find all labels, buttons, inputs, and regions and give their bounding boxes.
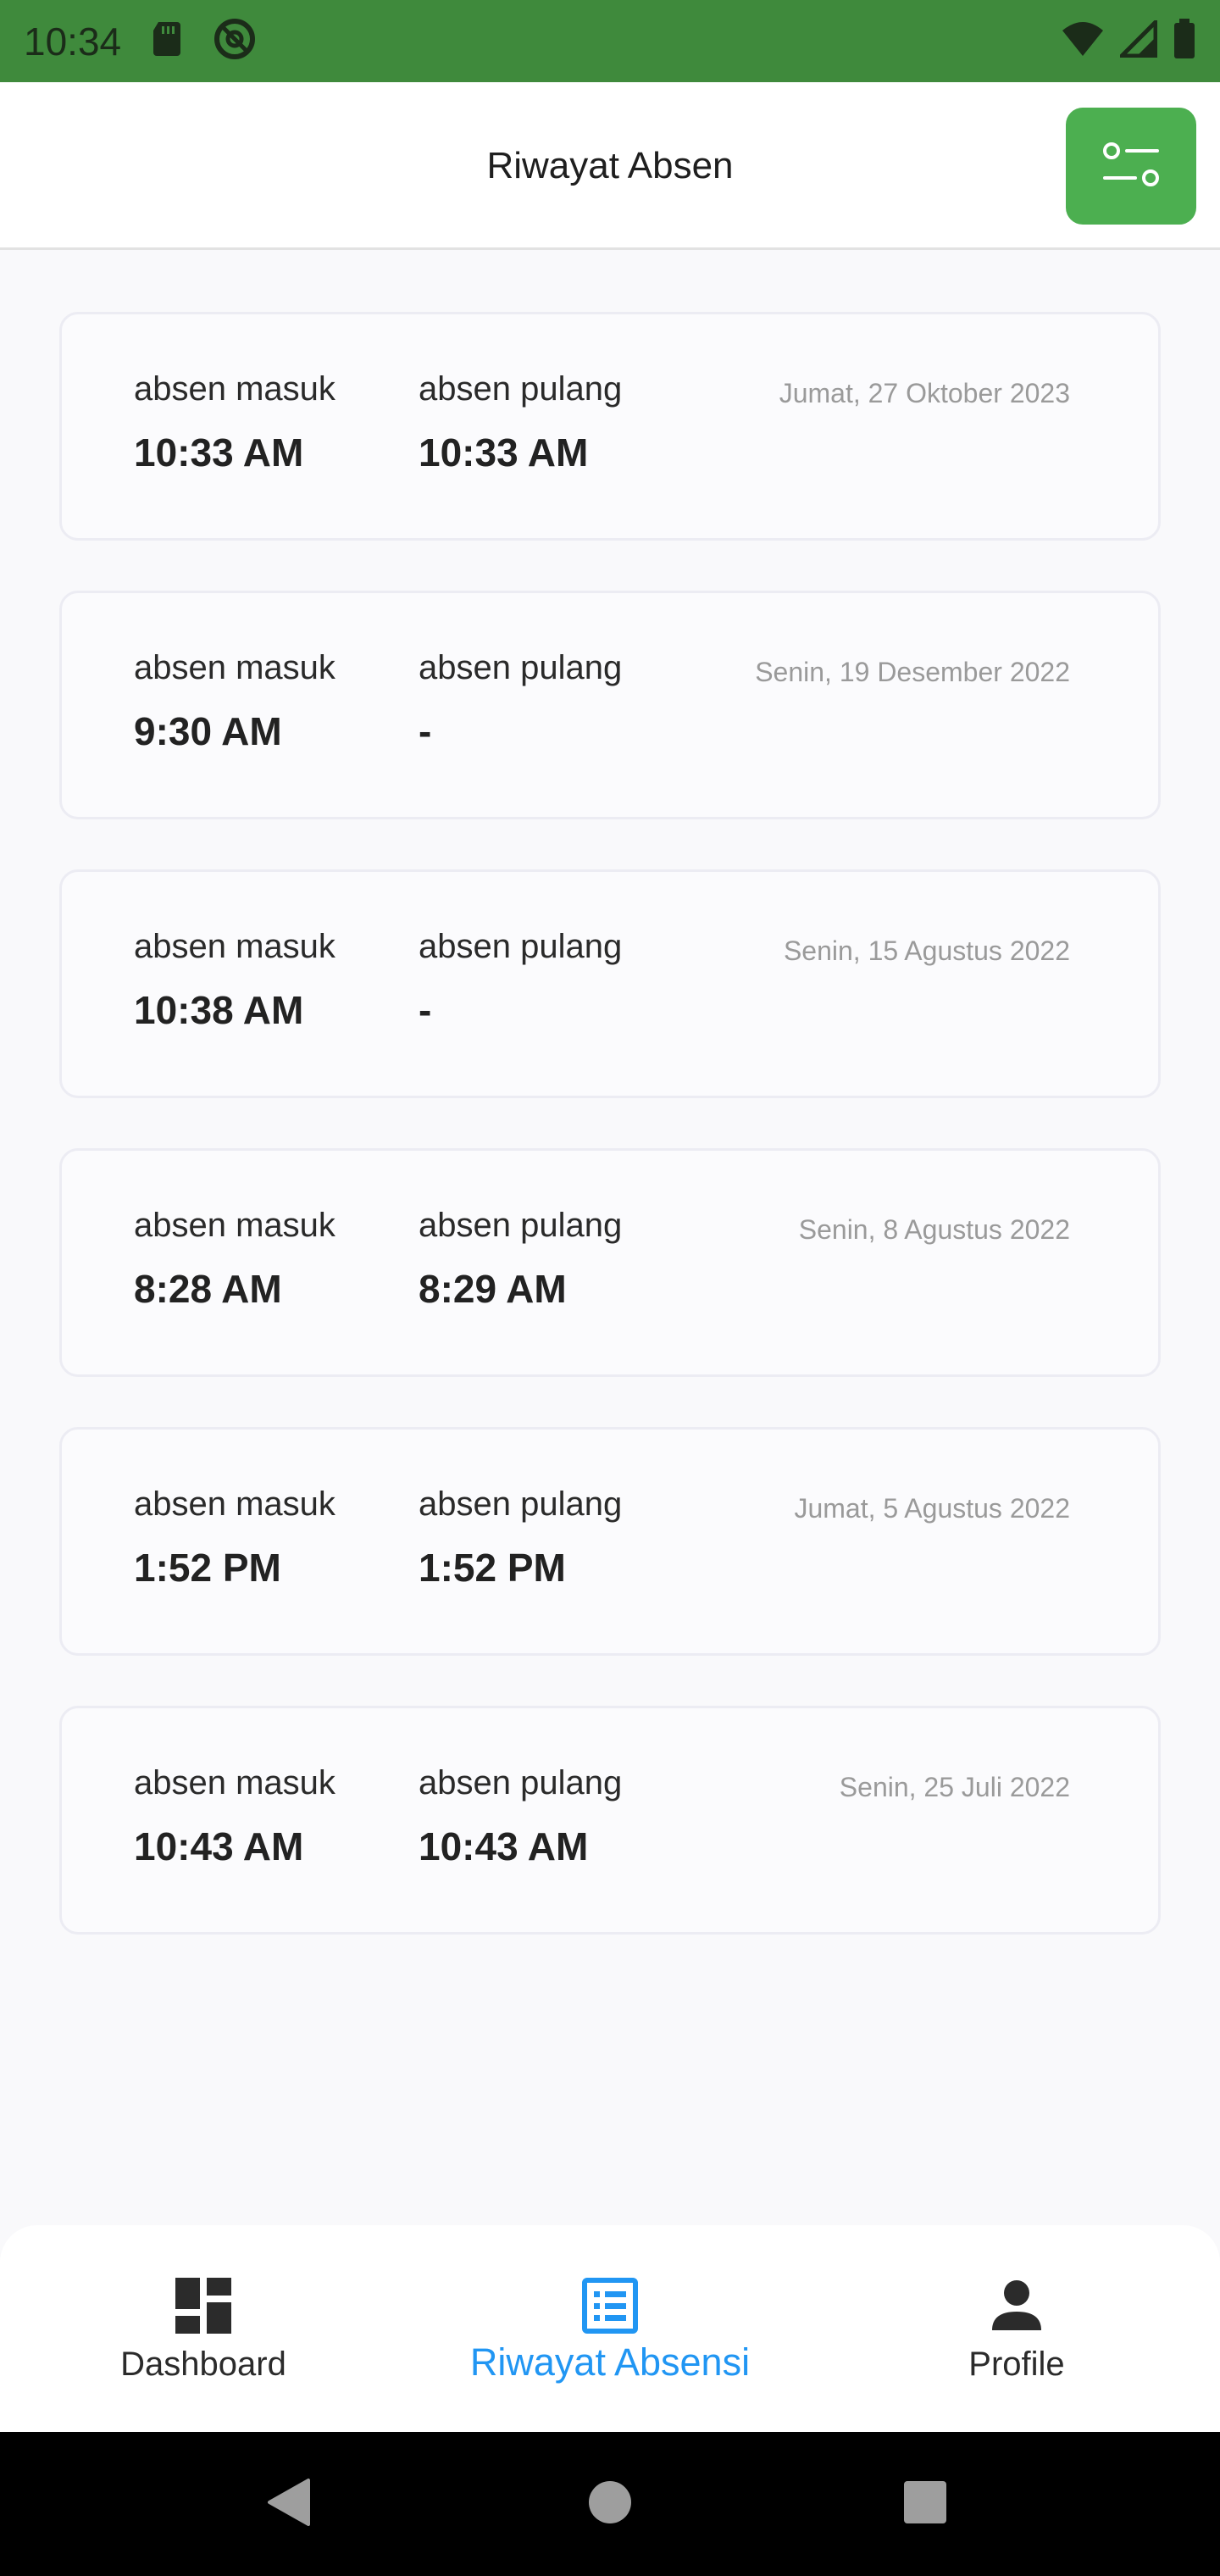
check-in-label: absen masuk xyxy=(134,1764,336,1802)
check-in-label: absen masuk xyxy=(134,928,336,965)
check-out-label: absen pulang xyxy=(419,1207,623,1244)
check-out-label: absen pulang xyxy=(419,649,623,686)
check-in-column: absen masuk 10:33 AM xyxy=(134,372,336,472)
check-out-label: absen pulang xyxy=(419,1485,623,1523)
check-in-label: absen masuk xyxy=(134,1207,336,1244)
check-out-column: absen pulang 10:43 AM xyxy=(419,1766,622,1866)
attendance-date: Jumat, 5 Agustus 2022 xyxy=(794,1493,1070,1524)
check-out-column: absen pulang - xyxy=(419,651,622,751)
attendance-date: Senin, 19 Desember 2022 xyxy=(755,657,1070,687)
bottom-navigation: Dashboard Riwayat Absensi Profile xyxy=(0,2225,1220,2432)
nav-item-profile[interactable]: Profile xyxy=(890,2225,1144,2432)
check-out-column: absen pulang 8:29 AM xyxy=(419,1208,622,1308)
system-navigation-bar xyxy=(0,2432,1220,2576)
signal-icon xyxy=(1116,16,1158,62)
attendance-card[interactable]: absen masuk 8:28 AM absen pulang 8:29 AM… xyxy=(59,1148,1161,1377)
filter-settings-icon xyxy=(1101,139,1161,194)
check-in-label: absen masuk xyxy=(134,649,336,686)
list-icon xyxy=(582,2276,638,2335)
attendance-card[interactable]: absen masuk 1:52 PM absen pulang 1:52 PM… xyxy=(59,1427,1161,1656)
person-icon xyxy=(990,2276,1043,2335)
status-time: 10:34 xyxy=(24,19,122,64)
battery-icon xyxy=(1173,19,1196,64)
check-out-time: 10:43 AM xyxy=(419,1824,589,1868)
status-bar: 10:34 xyxy=(0,0,1220,82)
attendance-date: Jumat, 27 Oktober 2023 xyxy=(779,378,1070,408)
check-out-column: absen pulang - xyxy=(419,930,622,1030)
check-in-column: absen masuk 10:38 AM xyxy=(134,930,336,1030)
check-in-column: absen masuk 10:43 AM xyxy=(134,1766,336,1866)
at-sign-icon xyxy=(213,17,257,65)
check-out-label: absen pulang xyxy=(419,370,623,408)
attendance-card[interactable]: absen masuk 10:33 AM absen pulang 10:33 … xyxy=(59,312,1161,541)
nav-item-dashboard[interactable]: Dashboard xyxy=(76,2225,330,2432)
check-in-label: absen masuk xyxy=(134,370,336,408)
wifi-icon xyxy=(1061,20,1105,62)
check-out-time: - xyxy=(419,709,432,753)
check-in-time: 10:43 AM xyxy=(134,1824,304,1868)
app-bar: Riwayat Absen xyxy=(0,82,1220,250)
nav-label-riwayat-absensi: Riwayat Absensi xyxy=(469,2340,751,2384)
home-button[interactable] xyxy=(576,2432,644,2576)
check-out-time: 10:33 AM xyxy=(419,430,589,475)
back-button[interactable] xyxy=(254,2432,322,2576)
check-in-column: absen masuk 9:30 AM xyxy=(134,651,336,751)
check-in-column: absen masuk 8:28 AM xyxy=(134,1208,336,1308)
check-in-label: absen masuk xyxy=(134,1485,336,1523)
check-in-column: absen masuk 1:52 PM xyxy=(134,1487,336,1587)
check-in-time: 1:52 PM xyxy=(134,1546,281,1590)
check-out-column: absen pulang 1:52 PM xyxy=(419,1487,622,1587)
attendance-card[interactable]: absen masuk 9:30 AM absen pulang - Senin… xyxy=(59,591,1161,819)
nav-label-dashboard: Dashboard xyxy=(120,2346,286,2383)
page-title: Riwayat Absen xyxy=(486,145,734,186)
check-out-time: - xyxy=(419,988,432,1032)
attendance-card[interactable]: absen masuk 10:38 AM absen pulang - Seni… xyxy=(59,869,1161,1098)
check-in-time: 10:38 AM xyxy=(134,988,304,1032)
nav-label-profile: Profile xyxy=(968,2346,1065,2383)
attendance-date: Senin, 15 Agustus 2022 xyxy=(783,935,1070,966)
check-in-time: 10:33 AM xyxy=(134,430,304,475)
check-out-column: absen pulang 10:33 AM xyxy=(419,372,622,472)
back-triangle-icon xyxy=(264,2477,312,2532)
check-out-label: absen pulang xyxy=(419,928,623,965)
home-circle-icon xyxy=(587,2479,633,2529)
check-out-time: 1:52 PM xyxy=(419,1546,566,1590)
check-out-time: 8:29 AM xyxy=(419,1267,567,1311)
attendance-date: Senin, 25 Juli 2022 xyxy=(839,1772,1070,1802)
check-in-time: 8:28 AM xyxy=(134,1267,282,1311)
attendance-card[interactable]: absen masuk 10:43 AM absen pulang 10:43 … xyxy=(59,1706,1161,1935)
recents-button[interactable] xyxy=(891,2432,959,2576)
dashboard-icon xyxy=(175,2276,231,2335)
nav-item-riwayat-absensi[interactable]: Riwayat Absensi xyxy=(441,2225,779,2432)
check-out-label: absen pulang xyxy=(419,1764,623,1802)
attendance-date: Senin, 8 Agustus 2022 xyxy=(798,1214,1070,1245)
attendance-list: absen masuk 10:33 AM absen pulang 10:33 … xyxy=(59,312,1161,1985)
check-in-time: 9:30 AM xyxy=(134,709,282,753)
recents-square-icon xyxy=(902,2479,948,2529)
filter-button[interactable] xyxy=(1066,108,1196,225)
sd-card-icon xyxy=(150,20,184,62)
